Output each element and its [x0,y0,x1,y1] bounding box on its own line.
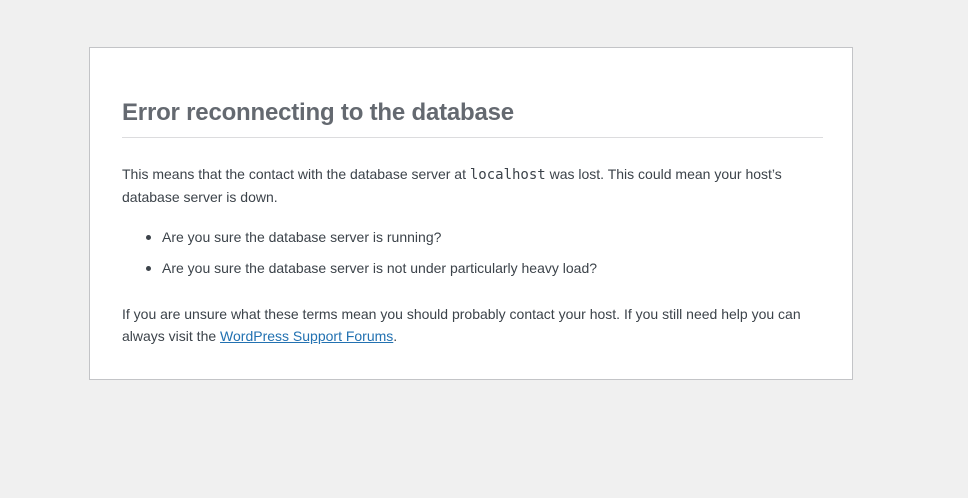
bullet-icon [146,235,151,240]
list-item: Are you sure the database server is not … [122,257,823,288]
troubleshooting-list: Are you sure the database server is runn… [122,226,823,288]
support-forums-link[interactable]: WordPress Support Forums [220,328,393,344]
description-text-start: This means that the contact with the dat… [122,166,470,182]
list-item-text: Are you sure the database server is runn… [162,229,442,245]
list-item-text: Are you sure the database server is not … [162,260,598,276]
help-paragraph: If you are unsure what these terms mean … [122,303,823,347]
error-title: Error reconnecting to the database [122,99,514,126]
error-card: Error reconnecting to the database This … [89,47,853,380]
error-description: This means that the contact with the dat… [122,163,823,208]
help-text-end: . [393,328,398,344]
list-item: Are you sure the database server is runn… [122,226,823,257]
title-divider [122,137,823,138]
bullet-icon [146,266,151,271]
host-code: localhost [469,167,546,183]
